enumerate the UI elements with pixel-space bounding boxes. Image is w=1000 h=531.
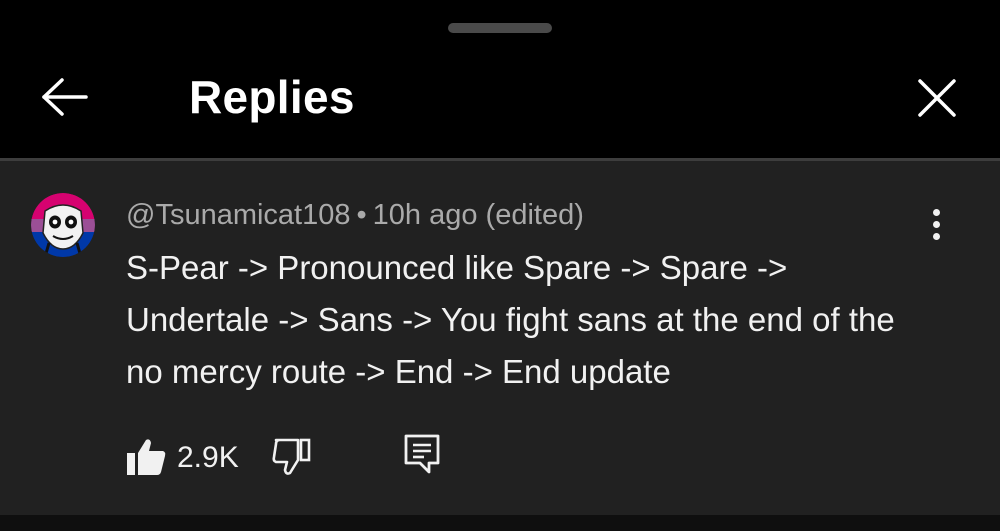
like-button[interactable]	[124, 436, 168, 478]
meta-separator: •	[356, 199, 367, 231]
more-vertical-icon	[933, 209, 940, 216]
more-dot	[933, 233, 940, 240]
reply-button[interactable]	[400, 432, 444, 478]
dislike-button[interactable]	[268, 434, 316, 480]
avatar[interactable]	[31, 193, 95, 257]
drag-handle[interactable]	[448, 23, 552, 33]
comment-time: 10h ago	[372, 199, 478, 231]
bottom-edge	[0, 515, 1000, 531]
like-count: 2.9K	[177, 441, 239, 474]
comment-author[interactable]: @Tsunamicat108	[126, 199, 351, 231]
thumbs-up-filled-icon	[127, 439, 166, 475]
thumbs-down-outline-icon	[272, 438, 311, 475]
more-dot	[933, 221, 940, 228]
close-button[interactable]	[905, 68, 969, 128]
comment-edited-label: (edited)	[485, 199, 584, 231]
close-icon	[918, 79, 956, 117]
arrow-left-icon	[42, 78, 88, 116]
reply-comment-icon	[404, 434, 440, 474]
comment-body: S-Pear -> Pronounced like Spare -> Spare…	[126, 249, 895, 390]
avatar-face-icon	[31, 193, 95, 257]
comment-meta: @Tsunamicat108 • 10h ago (edited)	[126, 197, 584, 233]
replies-header: Replies	[0, 0, 1000, 158]
more-options-button[interactable]	[920, 200, 954, 248]
page-title: Replies	[189, 71, 355, 123]
back-button[interactable]	[34, 70, 94, 124]
